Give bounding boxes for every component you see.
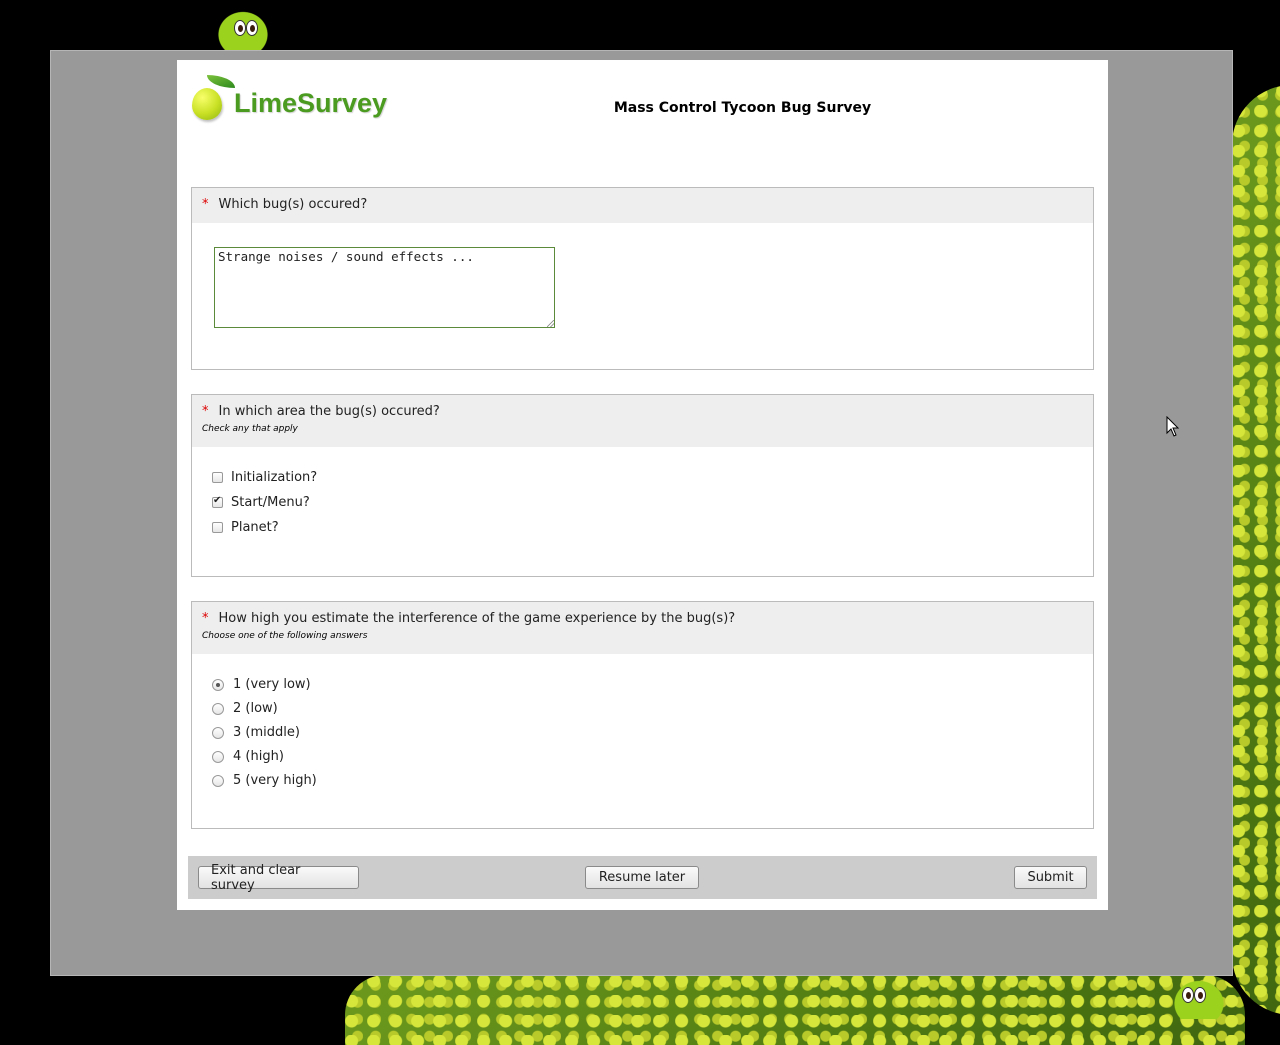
survey-navigation-bar: Exit and clear survey Resume later Submi… bbox=[188, 856, 1097, 899]
checkbox-option-initialization[interactable]: Initialization? bbox=[212, 470, 317, 485]
creature-icon bbox=[212, 6, 274, 50]
radio-label[interactable]: 5 (very high) bbox=[233, 773, 317, 788]
radio-button[interactable] bbox=[212, 678, 224, 691]
question-help: Check any that apply bbox=[202, 424, 298, 434]
resize-grip-icon[interactable] bbox=[547, 320, 554, 327]
question-label: How high you estimate the interference o… bbox=[218, 611, 736, 626]
checkbox-option-start-menu[interactable]: Start/Menu? bbox=[212, 495, 310, 510]
question-header: * How high you estimate the interference … bbox=[192, 602, 1093, 654]
required-mark: * bbox=[202, 404, 209, 419]
question-header: * Which bug(s) occured? bbox=[192, 188, 1093, 223]
checkbox-label[interactable]: Planet? bbox=[231, 520, 279, 535]
question-interference: * How high you estimate the interference … bbox=[191, 601, 1094, 829]
radio-label[interactable]: 1 (very low) bbox=[233, 677, 311, 692]
checkbox-option-planet[interactable]: Planet? bbox=[212, 520, 279, 535]
radio-button[interactable] bbox=[212, 726, 224, 739]
radio-label[interactable]: 2 (low) bbox=[233, 701, 278, 716]
question-help: Choose one of the following answers bbox=[202, 631, 368, 641]
radio-label[interactable]: 3 (middle) bbox=[233, 725, 300, 740]
logo-text: LimeSurvey bbox=[234, 87, 388, 118]
question-header: * In which area the bug(s) occured? Check… bbox=[192, 395, 1093, 447]
required-mark: * bbox=[202, 611, 209, 626]
exit-and-clear-button[interactable]: Exit and clear survey bbox=[198, 863, 359, 893]
bug-description-textarea[interactable] bbox=[214, 247, 555, 328]
radio-option-5[interactable]: 5 (very high) bbox=[212, 773, 317, 788]
radio-option-2[interactable]: 2 (low) bbox=[212, 701, 278, 716]
question-label: In which area the bug(s) occured? bbox=[218, 404, 440, 419]
checkbox-label[interactable]: Start/Menu? bbox=[231, 495, 310, 510]
radio-label[interactable]: 4 (high) bbox=[233, 749, 284, 764]
creature-icon bbox=[1168, 975, 1230, 1019]
resume-later-button[interactable]: Resume later bbox=[585, 866, 699, 889]
radio-option-3[interactable]: 3 (middle) bbox=[212, 725, 300, 740]
question-text: * Which bug(s) occured? bbox=[202, 197, 1083, 212]
question-label: Which bug(s) occured? bbox=[218, 197, 368, 212]
radio-button[interactable] bbox=[212, 774, 224, 787]
required-mark: * bbox=[202, 197, 209, 212]
question-bugs: * Which bug(s) occured? bbox=[191, 187, 1094, 370]
radio-option-1[interactable]: 1 (very low) bbox=[212, 677, 311, 692]
checkbox-label[interactable]: Initialization? bbox=[231, 470, 317, 485]
background-game-art-right bbox=[1232, 85, 1280, 1015]
question-text: * In which area the bug(s) occured? bbox=[202, 404, 1083, 419]
radio-button[interactable] bbox=[212, 702, 224, 715]
limesurvey-logo: LimeSurvey bbox=[192, 74, 387, 120]
radio-button[interactable] bbox=[212, 750, 224, 763]
survey-title: Mass Control Tycoon Bug Survey bbox=[613, 100, 872, 116]
background-game-art-bottom bbox=[345, 975, 1245, 1045]
mouse-cursor-icon bbox=[1166, 416, 1180, 437]
radio-option-4[interactable]: 4 (high) bbox=[212, 749, 284, 764]
lime-icon bbox=[192, 75, 235, 120]
checkbox[interactable] bbox=[212, 472, 223, 483]
submit-button[interactable]: Submit bbox=[1014, 866, 1087, 889]
question-area: * In which area the bug(s) occured? Check… bbox=[191, 394, 1094, 577]
checkbox[interactable] bbox=[212, 495, 223, 508]
checkbox[interactable] bbox=[212, 522, 223, 533]
question-text: * How high you estimate the interference … bbox=[202, 611, 1083, 626]
